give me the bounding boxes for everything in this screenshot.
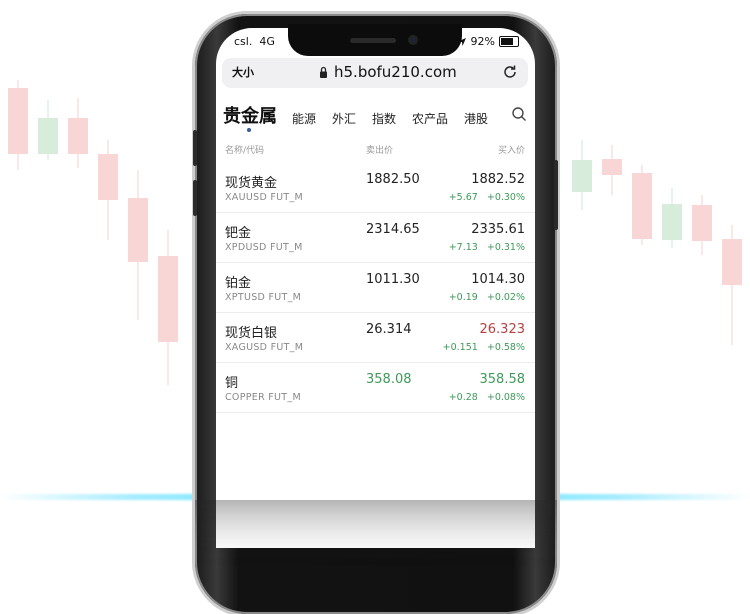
instrument-name: 钯金 <box>225 226 252 241</box>
candle-decor <box>722 225 742 345</box>
buy-price: 26.323 <box>479 322 526 337</box>
buy-price: 358.58 <box>479 372 526 387</box>
candle-decor <box>128 170 148 320</box>
candle-decor <box>662 188 682 248</box>
tab-hk-stocks[interactable]: 港股 <box>464 110 488 127</box>
candle-decor <box>38 100 58 160</box>
sell-price: 2314.65 <box>366 222 420 237</box>
network-type: 4G <box>259 35 275 48</box>
tab-index[interactable]: 指数 <box>372 110 396 127</box>
table-row[interactable]: 现货黄金 XAUUSD FUT_M 1882.50 1882.52 +5.67 … <box>216 162 535 213</box>
instrument-code: XPDUSD FUT_M <box>225 242 303 253</box>
carrier-info: csl. 4G <box>234 35 275 48</box>
sell-price: 358.08 <box>366 372 412 387</box>
price-change: +7.13 +0.31% <box>448 242 525 253</box>
battery-icon <box>499 36 519 47</box>
tab-forex[interactable]: 外汇 <box>332 110 356 127</box>
column-header-name: 名称/代码 <box>225 146 265 156</box>
buy-price: 1014.30 <box>471 272 525 287</box>
tab-agriculture[interactable]: 农产品 <box>412 110 448 127</box>
url-text[interactable]: h5.bofu210.com <box>334 63 457 81</box>
instrument-name: 现货黄金 <box>225 176 278 191</box>
text-size-button[interactable]: 大小 <box>232 64 254 80</box>
table-row[interactable]: 现货白银 XAGUSD FUT_M 26.314 26.323 +0.151 +… <box>216 312 535 363</box>
instrument-code: XPTUSD FUT_M <box>225 292 302 303</box>
screen: csl. 4G 92% 大小 h5.bofu210.com 贵金属 能源 外汇 … <box>216 28 535 548</box>
search-icon[interactable] <box>511 106 527 122</box>
speaker-grille <box>350 38 396 43</box>
candle-decor <box>98 140 118 240</box>
volume-down-button <box>193 180 197 216</box>
tab-energy[interactable]: 能源 <box>292 110 316 127</box>
battery-percent: 92% <box>470 35 495 48</box>
candle-decor <box>8 80 28 170</box>
phone-reflection <box>195 500 557 570</box>
buy-price: 1882.52 <box>471 172 525 187</box>
instrument-code: XAUUSD FUT_M <box>225 192 304 203</box>
candle-decor <box>68 98 88 168</box>
reload-icon[interactable] <box>502 64 518 80</box>
price-change: +5.67 +0.30% <box>448 192 525 203</box>
instrument-code: COPPER FUT_M <box>225 392 301 403</box>
volume-up-button <box>193 130 197 166</box>
column-header-sell: 卖出价 <box>366 146 394 156</box>
sell-price: 1011.30 <box>366 272 420 287</box>
instrument-name: 铂金 <box>225 276 252 291</box>
sell-price: 26.314 <box>366 322 412 337</box>
table-row[interactable]: 钯金 XPDUSD FUT_M 2314.65 2335.61 +7.13 +0… <box>216 212 535 263</box>
instrument-name: 现货白银 <box>225 326 278 341</box>
buy-price: 2335.61 <box>471 222 525 237</box>
instrument-name: 铜 <box>225 376 239 391</box>
price-change: +0.151 +0.58% <box>442 342 525 353</box>
phone-notch <box>288 24 462 56</box>
candle-decor <box>158 230 178 385</box>
instrument-code: XAGUSD FUT_M <box>225 342 304 353</box>
price-change: +0.28 +0.08% <box>448 392 525 403</box>
front-camera <box>408 35 418 45</box>
sell-price: 1882.50 <box>366 172 420 187</box>
candle-decor <box>692 195 712 255</box>
candle-decor <box>572 140 592 210</box>
table-row[interactable]: 铂金 XPTUSD FUT_M 1011.30 1014.30 +0.19 +0… <box>216 262 535 313</box>
status-right: 92% <box>457 35 519 48</box>
category-tabs: 贵金属 能源 外汇 指数 农产品 港股 <box>216 102 535 138</box>
price-change: +0.19 +0.02% <box>448 292 525 303</box>
lock-icon <box>320 66 327 78</box>
tab-precious-metals[interactable]: 贵金属 <box>223 102 277 128</box>
candle-decor <box>602 145 622 195</box>
table-row[interactable]: 铜 COPPER FUT_M 358.08 358.58 +0.28 +0.08… <box>216 362 535 413</box>
address-bar[interactable]: 大小 h5.bofu210.com <box>222 58 528 88</box>
carrier-name: csl. <box>234 35 253 48</box>
active-tab-indicator <box>247 128 251 132</box>
column-header-buy: 买入价 <box>497 146 525 156</box>
candle-decor <box>632 165 652 245</box>
power-button <box>554 160 558 230</box>
